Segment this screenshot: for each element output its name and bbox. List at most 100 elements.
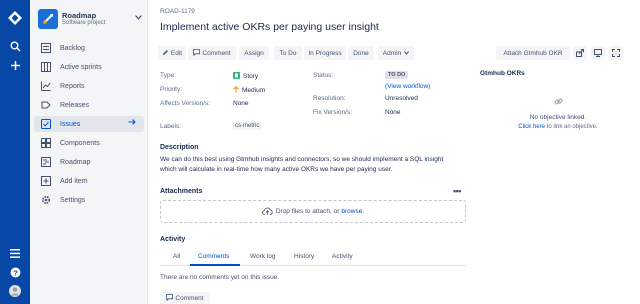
create-icon[interactable] — [7, 57, 23, 73]
sidebar-item-label: Releases — [60, 101, 90, 109]
story-icon — [233, 72, 240, 81]
pencil-icon — [162, 49, 169, 58]
export-icon[interactable] — [591, 46, 605, 60]
sidebar-item-settings[interactable]: Settings — [34, 192, 144, 208]
project-type: Software project — [62, 20, 106, 26]
arrow-up-icon — [233, 85, 239, 95]
okr-empty-text: No objective linked. — [529, 114, 587, 121]
roadmap-icon — [40, 156, 52, 168]
comment-icon — [193, 48, 201, 58]
sidebar-item-releases[interactable]: Releases — [34, 97, 144, 113]
comment-label: Comment — [202, 49, 231, 57]
project-header[interactable]: Roadmap Software project — [38, 9, 142, 31]
edit-button[interactable]: Edit — [158, 46, 186, 60]
sidebar-item-roadmap[interactable]: Roadmap — [34, 154, 144, 170]
svg-text:?: ? — [13, 268, 18, 277]
menu-icon[interactable] — [7, 245, 23, 261]
issue-key[interactable]: ROAD-1179 — [160, 8, 195, 15]
issue-view: ROAD-1179 Implement active OKRs per payi… — [148, 0, 640, 304]
add-comment-button[interactable]: Comment — [160, 292, 210, 304]
help-icon[interactable]: ? — [7, 264, 23, 280]
add-item-icon — [40, 175, 52, 187]
okr-link-prompt: Click here to link an objective. — [488, 124, 628, 130]
browse-link[interactable]: browse. — [341, 208, 364, 215]
project-sidebar: Roadmap Software project Backlog Active … — [30, 0, 148, 304]
more-options-icon[interactable]: ••• — [453, 186, 461, 196]
sidebar-item-label: Settings — [60, 196, 86, 204]
sidebar-item-backlog[interactable]: Backlog — [34, 40, 144, 56]
status-badge[interactable]: TO DO — [385, 71, 409, 79]
description-heading: Description — [160, 144, 199, 151]
comment-button-label: Comment — [175, 295, 204, 302]
resolution-value: Unresolved — [385, 95, 418, 102]
sidebar-item-label: Issues — [60, 120, 81, 128]
sidebar-item-label: Backlog — [60, 44, 85, 52]
page-title: Implement active OKRs per paying user in… — [160, 21, 379, 33]
status-label: Status: — [313, 72, 334, 79]
label-tag[interactable]: cs-metric — [232, 122, 263, 130]
resolution-label: Resolution: — [313, 95, 346, 102]
sidebar-item-label: Add item — [60, 177, 88, 185]
activity-heading: Activity — [160, 236, 186, 243]
okr-link-text: to link an objective. — [546, 124, 598, 130]
sidebar-item-add-item[interactable]: Add item — [34, 173, 144, 189]
tab-activity[interactable]: Activity — [332, 253, 353, 260]
admin-dropdown[interactable]: Admin — [378, 46, 414, 60]
attach-gtmhub-okr-button[interactable]: Attach Gtmhub OKR — [496, 46, 570, 60]
chevron-down-icon — [404, 50, 410, 57]
issues-icon — [40, 118, 52, 130]
admin-label: Admin — [382, 49, 402, 57]
attachment-dropzone[interactable]: Drop files to attach, or browse. — [160, 200, 466, 223]
assign-button[interactable]: Assign — [239, 46, 269, 60]
sidebar-item-components[interactable]: Components — [34, 135, 144, 151]
board-icon — [40, 61, 52, 73]
edit-label: Edit — [170, 49, 183, 57]
done-button[interactable]: Done — [348, 46, 374, 60]
tab-all[interactable]: All — [173, 253, 180, 260]
jira-logo-icon[interactable] — [7, 10, 23, 26]
reports-icon — [40, 80, 52, 92]
fix-version-value[interactable]: None — [385, 109, 401, 116]
okr-panel: No objective linked. Click here to link … — [488, 90, 628, 140]
description-text[interactable]: We can do this best using Gtmhub insight… — [160, 155, 460, 175]
global-navigation: ? — [0, 0, 30, 304]
affects-version-value[interactable]: None — [233, 100, 249, 107]
comment-icon — [166, 294, 174, 303]
releases-icon — [40, 99, 52, 111]
sidebar-item-reports[interactable]: Reports — [34, 78, 144, 94]
type-label: Type: — [160, 72, 176, 79]
type-value[interactable]: Story — [233, 72, 258, 81]
okr-panel-title: Gtmhub OKRs — [480, 70, 525, 77]
attachments-heading: Attachments — [160, 188, 203, 195]
cloud-upload-icon — [261, 207, 273, 217]
to-do-button[interactable]: To Do — [274, 46, 302, 60]
project-avatar — [38, 9, 58, 29]
expand-icon[interactable] — [609, 46, 623, 60]
tab-work-log[interactable]: Work log — [250, 253, 276, 260]
priority-text: Medium — [242, 87, 266, 94]
click-here-link[interactable]: Click here — [518, 124, 545, 130]
labels-label: Labels: — [160, 123, 181, 130]
in-progress-button[interactable]: In Progress — [304, 46, 346, 60]
dropzone-text: Drop files to attach, or — [275, 208, 340, 215]
no-comments-text: There are no comments yet on this issue. — [160, 274, 280, 281]
backlog-icon — [40, 42, 52, 54]
avatar[interactable] — [7, 283, 23, 299]
tab-comments[interactable]: Comments — [198, 253, 229, 260]
search-icon[interactable] — [7, 38, 23, 54]
sidebar-item-issues[interactable]: Issues — [34, 116, 144, 132]
comment-button[interactable]: Comment — [188, 46, 236, 60]
link-icon — [488, 97, 628, 107]
tab-history[interactable]: History — [294, 253, 314, 260]
type-text: Story — [243, 73, 259, 80]
settings-icon — [40, 194, 52, 206]
sidebar-item-active-sprints[interactable]: Active sprints — [34, 59, 144, 75]
project-name: Roadmap — [62, 11, 97, 20]
view-workflow-link[interactable]: (View workflow) — [385, 83, 430, 90]
chevron-down-icon[interactable] — [135, 13, 142, 22]
share-icon[interactable] — [573, 46, 587, 60]
sidebar-item-label: Reports — [60, 82, 85, 90]
arrow-right-icon[interactable] — [128, 118, 136, 128]
priority-value[interactable]: Medium — [233, 85, 266, 95]
sidebar-item-label: Active sprints — [60, 63, 102, 71]
